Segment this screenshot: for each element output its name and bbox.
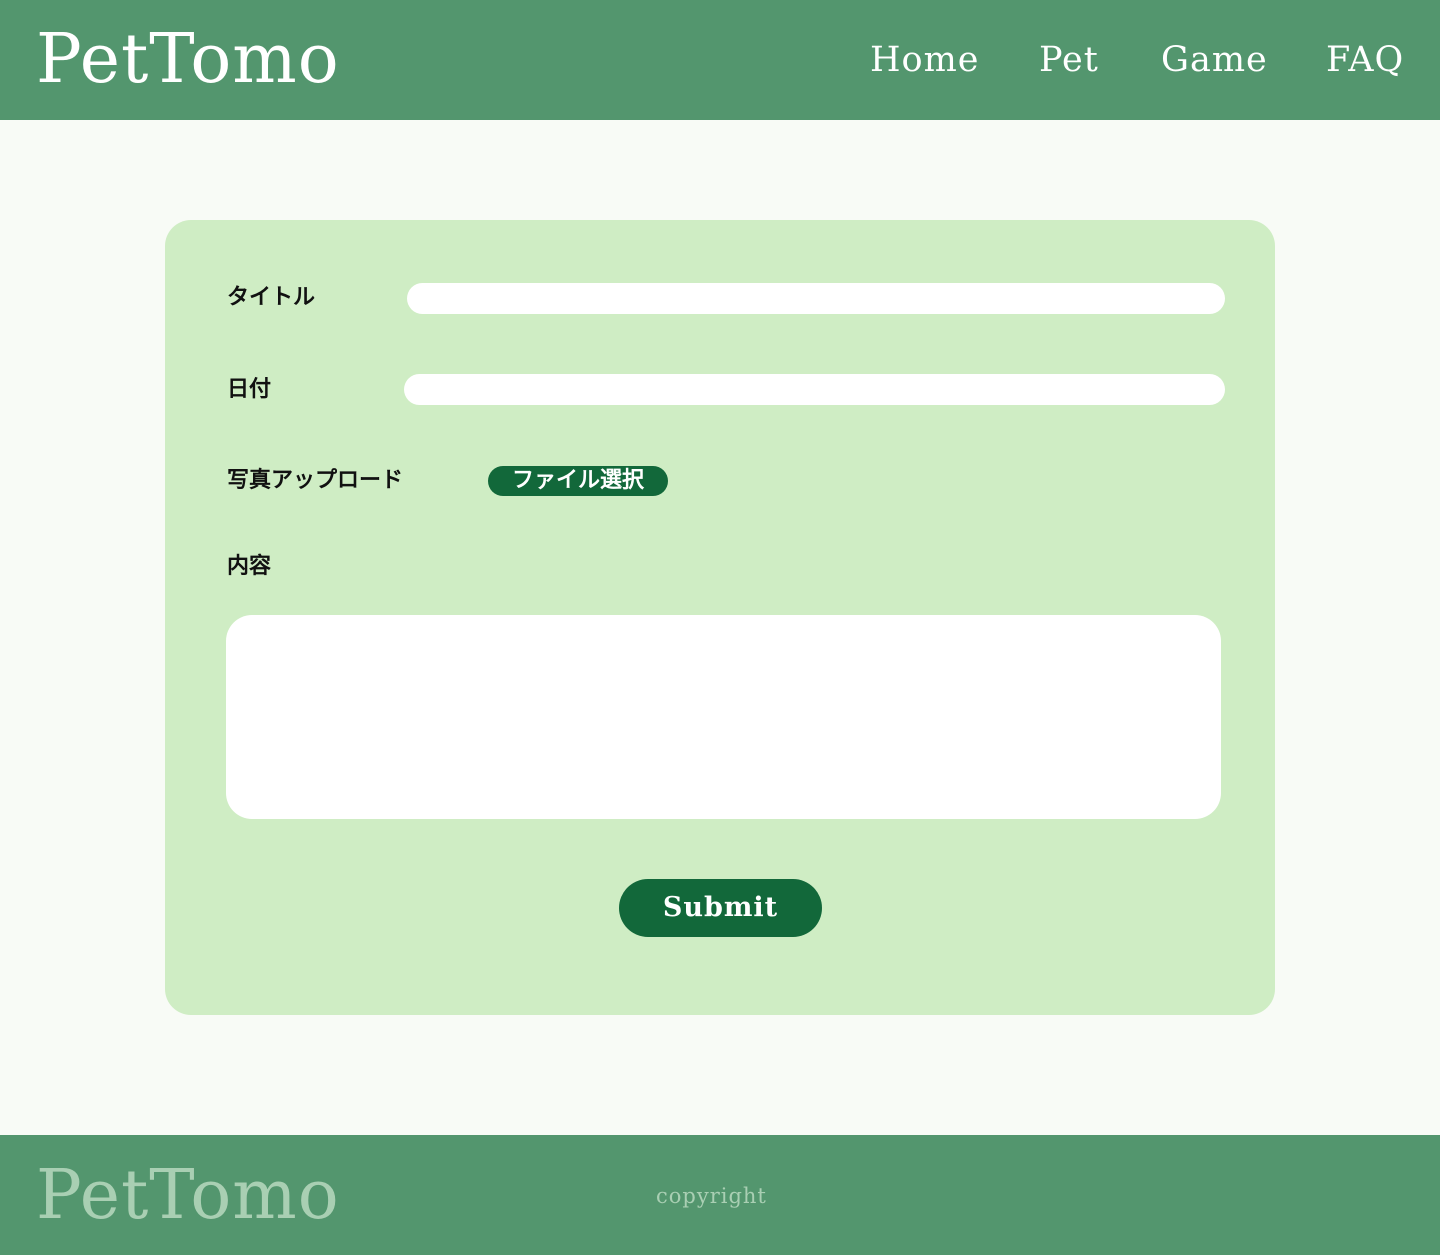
copyright-text: copyright [656, 1184, 767, 1208]
site-logo[interactable]: PetTomo [36, 22, 340, 98]
content-textarea[interactable] [226, 615, 1221, 819]
site-header: PetTomo Home Pet Game FAQ [0, 0, 1440, 120]
date-input[interactable] [404, 374, 1225, 405]
footer-logo: PetTomo [36, 1156, 340, 1235]
title-label: タイトル [227, 285, 316, 310]
nav-link-pet[interactable]: Pet [1039, 38, 1099, 82]
nav-link-home[interactable]: Home [870, 38, 980, 82]
file-select-button[interactable]: ファイル選択 [488, 466, 668, 496]
content-label: 内容 [227, 554, 272, 579]
site-footer: PetTomo copyright [0, 1135, 1440, 1255]
title-input[interactable] [407, 283, 1225, 314]
nav-link-faq[interactable]: FAQ [1326, 38, 1404, 82]
nav-link-game[interactable]: Game [1161, 38, 1268, 82]
submit-button[interactable]: Submit [619, 879, 822, 937]
post-form-card: タイトル 日付 写真アップロード ファイル選択 内容 Submit [165, 220, 1275, 1015]
photo-upload-label: 写真アップロード [227, 468, 404, 493]
date-label: 日付 [227, 377, 272, 402]
